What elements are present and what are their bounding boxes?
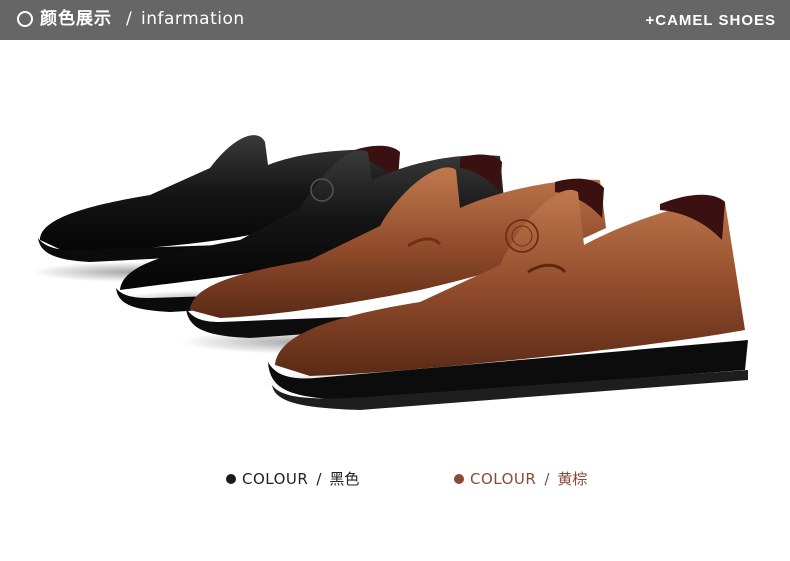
product-image (30, 135, 748, 410)
swatch-black: COLOUR / 黑色 (226, 468, 359, 490)
swatch-label: COLOUR (470, 470, 537, 488)
section-title-en: infarmation (141, 9, 245, 29)
circle-outline-icon (17, 11, 33, 27)
section-title-zh: 颜色展示 (40, 9, 112, 29)
black-dot-icon (226, 474, 236, 484)
title-separator: / (126, 9, 132, 29)
swatch-color-name: 黄棕 (557, 470, 588, 488)
brand-name: +CAMEL SHOES (645, 12, 776, 29)
swatch-brown: COLOUR / 黄棕 (454, 468, 587, 490)
brown-dot-icon (454, 474, 464, 484)
swatch-separator: / (316, 470, 322, 488)
swatch-label: COLOUR (242, 470, 309, 488)
swatch-color-name: 黑色 (329, 470, 360, 488)
swatch-separator: / (544, 470, 550, 488)
header-bar: 颜色展示 / infarmation +CAMEL SHOES (0, 0, 790, 40)
